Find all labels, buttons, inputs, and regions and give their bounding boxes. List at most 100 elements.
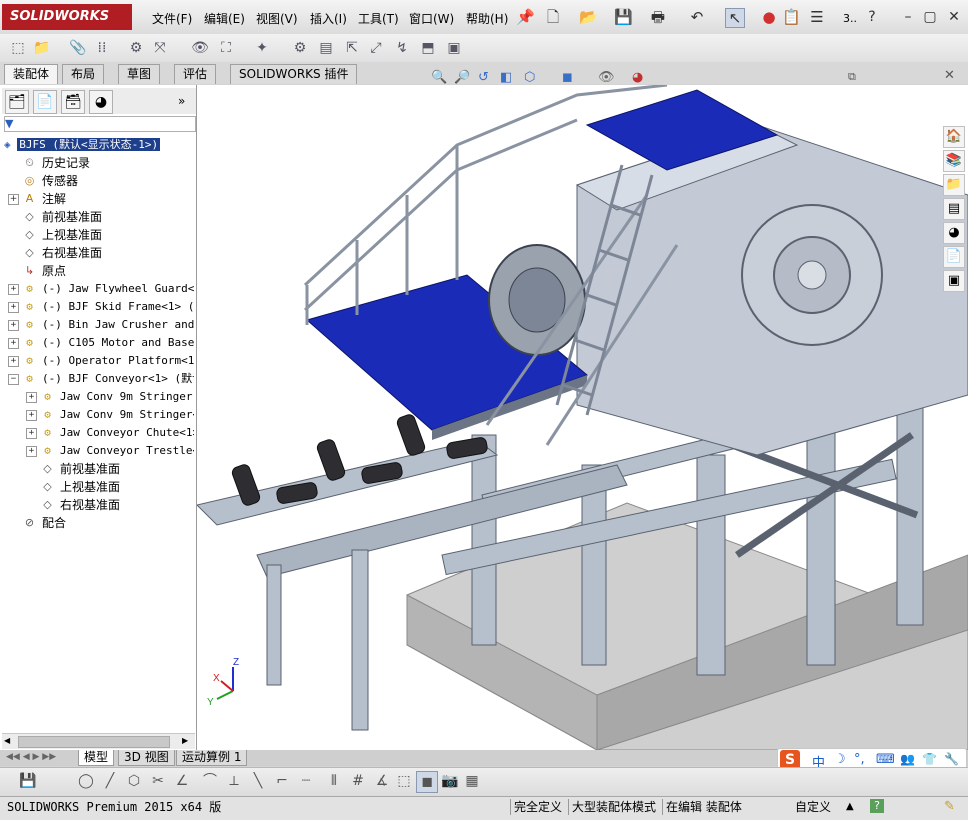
tab-motion-study[interactable]: 运动算例 1 xyxy=(176,750,248,766)
property-manager-tab-icon[interactable]: 📄 xyxy=(33,90,57,114)
expand-icon[interactable]: + xyxy=(8,302,19,313)
units-dropdown-icon[interactable]: ▲ xyxy=(846,801,854,812)
section-view-icon[interactable]: ◧ xyxy=(500,70,512,85)
scroll-thumb[interactable] xyxy=(18,736,170,748)
undo-icon[interactable]: ↶ xyxy=(688,8,706,26)
zoom-area-icon[interactable]: 🔎 xyxy=(454,70,470,85)
hide-show-items-icon[interactable]: 👁 xyxy=(598,70,615,85)
rebuild-status-icon[interactable]: ✎ xyxy=(944,799,955,814)
corner-rectangle-icon[interactable]: ⌐ xyxy=(272,771,292,791)
expand-icon[interactable]: + xyxy=(8,194,19,205)
tree-item[interactable]: ◇ 上视基准面 xyxy=(4,478,194,496)
punctuation-icon[interactable]: °, xyxy=(854,752,865,767)
tab-evaluate[interactable]: 评估 xyxy=(174,64,217,84)
scroll-left-icon[interactable]: ◀ xyxy=(4,736,14,746)
file-properties-icon[interactable]: 📋 xyxy=(782,8,801,26)
view-orientation-icon[interactable]: ⬡ xyxy=(524,70,535,85)
mate-icon[interactable]: 📎 xyxy=(68,38,88,58)
tab-assembly[interactable]: 装配体 xyxy=(4,64,59,84)
file-explorer-icon[interactable]: 📁 xyxy=(943,174,965,196)
tree-item[interactable]: + ⚙ Jaw Conv 9m Stringer<1 xyxy=(4,406,194,424)
solidworks-resources-icon[interactable]: 🏠 xyxy=(943,126,965,148)
expand-icon[interactable]: + xyxy=(8,338,19,349)
expand-icon[interactable]: + xyxy=(26,410,37,421)
expand-icon[interactable]: + xyxy=(26,428,37,439)
viewport-close-icon[interactable]: ✕ xyxy=(944,68,955,83)
tree-item[interactable]: + ⚙ (-) Bin Jaw Crusher and F xyxy=(4,316,194,334)
close-button[interactable]: ✕ xyxy=(944,9,964,25)
tree-item[interactable]: ◇ 前视基准面 xyxy=(4,208,194,226)
explode-line-icon[interactable]: ⤢ xyxy=(366,38,386,58)
camera-icon[interactable]: 📷 xyxy=(440,771,460,791)
insert-component-icon[interactable]: ⬚ xyxy=(8,38,28,58)
tree-item[interactable]: + ⚙ Jaw Conv 9m Stringer B xyxy=(4,388,194,406)
edit-appearance-icon[interactable]: ◕ xyxy=(632,70,643,85)
tab-sketch[interactable]: 草图 xyxy=(118,64,161,84)
tree-item[interactable]: ◇ 右视基准面 xyxy=(4,496,194,514)
line-icon[interactable]: ╱ xyxy=(100,771,120,791)
zoom-to-fit-icon[interactable]: 🔍 xyxy=(431,70,447,85)
help-status-icon[interactable]: ? xyxy=(870,799,884,813)
shaded-view-icon[interactable]: ◼ xyxy=(416,771,438,793)
filter-input[interactable]: ▼ xyxy=(4,116,196,132)
tree-item[interactable]: + ⚙ Jaw Conveyor Trestle<1 xyxy=(4,442,194,460)
tree-item[interactable]: ⊘ 配合 xyxy=(4,514,194,532)
tree-item[interactable]: + A 注解 xyxy=(4,190,194,208)
table-icon[interactable]: ▦ xyxy=(462,771,482,791)
menu-item[interactable]: 视图(V) xyxy=(256,10,298,27)
expand-icon[interactable]: + xyxy=(26,392,37,403)
centerline-icon[interactable]: ┈ xyxy=(296,771,316,791)
viewport-restore-icon[interactable]: ⧉ xyxy=(848,70,856,84)
previous-view-icon[interactable]: ↺ xyxy=(478,70,489,85)
skin-icon[interactable]: 👕 xyxy=(922,752,937,766)
tree-item[interactable]: + ⚙ (-) C105 Motor and Base<1 xyxy=(4,334,194,352)
feature-manager-tab-icon[interactable]: 🗂 xyxy=(5,90,29,114)
trim-icon[interactable]: ✂ xyxy=(148,771,168,791)
appearances-icon[interactable]: ◕ xyxy=(943,222,965,244)
tree-item[interactable]: ◇ 前视基准面 xyxy=(4,460,194,478)
tree-item[interactable]: ◎ 传感器 xyxy=(4,172,194,190)
menu-item[interactable]: 窗口(W) xyxy=(409,10,454,27)
bill-of-materials-icon[interactable]: ▤ xyxy=(316,38,336,58)
menu-item[interactable]: 插入(I) xyxy=(310,10,347,27)
tree-horizontal-scrollbar[interactable]: ◀ ▶ xyxy=(2,733,195,749)
new-part-icon[interactable]: 📁 xyxy=(32,38,52,58)
3d-sketch-icon[interactable]: ⬚ xyxy=(394,771,414,791)
overflow-label[interactable]: 3.. xyxy=(843,12,857,25)
tools-icon[interactable]: 🔧 xyxy=(944,752,959,766)
open-icon[interactable]: 📂 xyxy=(579,8,598,26)
tree-item[interactable]: + ⚙ (-) BJF Skid Frame<1> (默认 xyxy=(4,298,194,316)
tree-item[interactable]: ◇ 上视基准面 xyxy=(4,226,194,244)
construction-line-icon[interactable]: ╲ xyxy=(248,771,268,791)
tab-layout[interactable]: 布局 xyxy=(62,64,105,84)
select-icon[interactable]: ↖ xyxy=(725,8,745,28)
graphics-area[interactable]: Z Y X xyxy=(197,85,968,750)
reference-geometry-icon[interactable]: ✦ xyxy=(252,38,272,58)
move-component-icon[interactable]: ⤧ xyxy=(150,38,170,58)
new-document-icon[interactable]: 🗋 xyxy=(544,8,562,26)
tree-item[interactable]: ◇ 右视基准面 xyxy=(4,244,194,262)
circle-icon[interactable]: ◯ xyxy=(76,771,96,791)
rebuild-icon[interactable]: ● xyxy=(760,8,778,26)
instant3d-icon[interactable]: ↯ xyxy=(392,38,412,58)
options-icon[interactable]: ☰ xyxy=(808,8,826,26)
status-units[interactable]: 自定义 xyxy=(792,799,834,815)
assembly-features-icon[interactable]: ⛶ xyxy=(216,38,236,58)
model-viewport[interactable]: Z Y X xyxy=(197,85,968,750)
tree-item[interactable]: + ⚙ Jaw Conveyor Chute<1> xyxy=(4,424,194,442)
take-snapshot-icon[interactable]: ▣ xyxy=(444,38,464,58)
smart-fasteners-icon[interactable]: ⚙ xyxy=(126,38,146,58)
show-hidden-icon[interactable]: 👁 xyxy=(190,38,210,58)
view-palette-icon[interactable]: ▤ xyxy=(943,198,965,220)
save-icon[interactable]: 💾 xyxy=(18,771,38,791)
smart-dimension-icon[interactable]: ⟂ xyxy=(224,771,244,791)
menu-item[interactable]: 工具(T) xyxy=(358,10,399,27)
expand-icon[interactable]: + xyxy=(8,320,19,331)
mirror-entities-icon[interactable]: ⫴ xyxy=(324,771,344,791)
expand-panel-icon[interactable]: » xyxy=(178,94,185,108)
tab-addins[interactable]: SOLIDWORKS 插件 xyxy=(230,64,358,84)
menu-item[interactable]: 编辑(E) xyxy=(204,10,245,27)
sketch-angle-icon[interactable]: ∡ xyxy=(372,771,392,791)
expand-icon[interactable]: + xyxy=(8,356,19,367)
tree-item[interactable]: ⏲ 历史记录 xyxy=(4,154,194,172)
